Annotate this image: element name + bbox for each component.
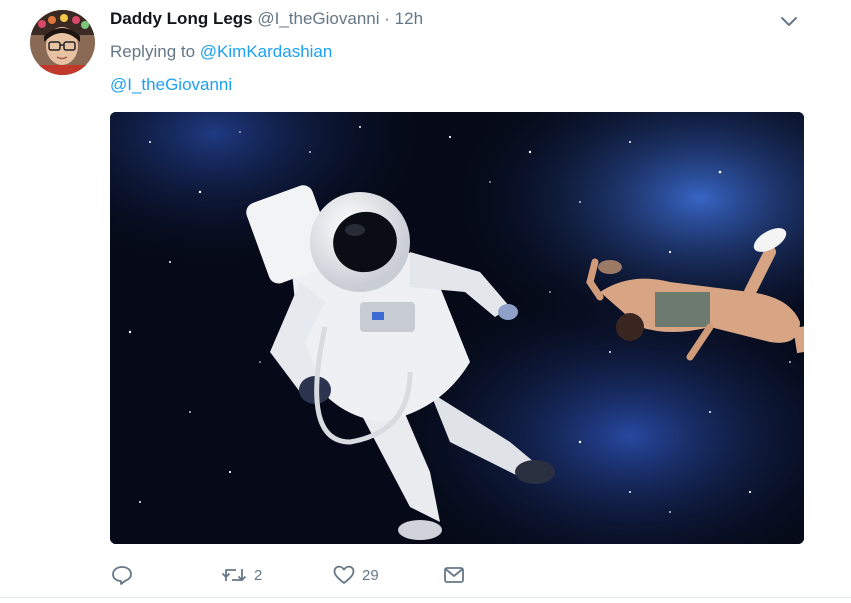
avatar-image bbox=[30, 10, 95, 75]
retweet-button[interactable]: 2 bbox=[220, 560, 262, 590]
avatar[interactable] bbox=[30, 10, 95, 75]
tweet-text: @I_theGiovanni bbox=[110, 74, 232, 96]
like-button[interactable]: 29 bbox=[332, 560, 379, 590]
mention-link[interactable]: @I_theGiovanni bbox=[110, 75, 232, 94]
reply-button[interactable] bbox=[110, 560, 140, 590]
tweet-media[interactable] bbox=[110, 112, 804, 544]
tweet[interactable]: Daddy Long Legs @I_theGiovanni · 12h Rep… bbox=[0, 0, 851, 603]
replying-to: Replying to @KimKardashian bbox=[110, 41, 332, 63]
replying-prefix: Replying to bbox=[110, 42, 196, 61]
separator-dot: · bbox=[384, 9, 390, 28]
tweet-divider bbox=[0, 597, 851, 598]
dm-button[interactable] bbox=[442, 560, 472, 590]
retweet-count: 2 bbox=[254, 566, 263, 584]
tweet-time[interactable]: 12h bbox=[395, 9, 423, 28]
reply-icon bbox=[112, 566, 132, 585]
author-handle[interactable]: @I_theGiovanni bbox=[257, 9, 379, 28]
chevron-down-icon[interactable] bbox=[778, 11, 800, 31]
author-name[interactable]: Daddy Long Legs bbox=[110, 9, 253, 28]
space-astronaut-image bbox=[110, 112, 804, 544]
heart-icon bbox=[333, 565, 355, 584]
retweet-icon bbox=[221, 569, 247, 581]
like-count: 29 bbox=[362, 566, 379, 584]
envelope-icon bbox=[444, 567, 464, 583]
replying-to-link[interactable]: @KimKardashian bbox=[200, 42, 333, 61]
tweet-header: Daddy Long Legs @I_theGiovanni · 12h bbox=[110, 8, 423, 30]
